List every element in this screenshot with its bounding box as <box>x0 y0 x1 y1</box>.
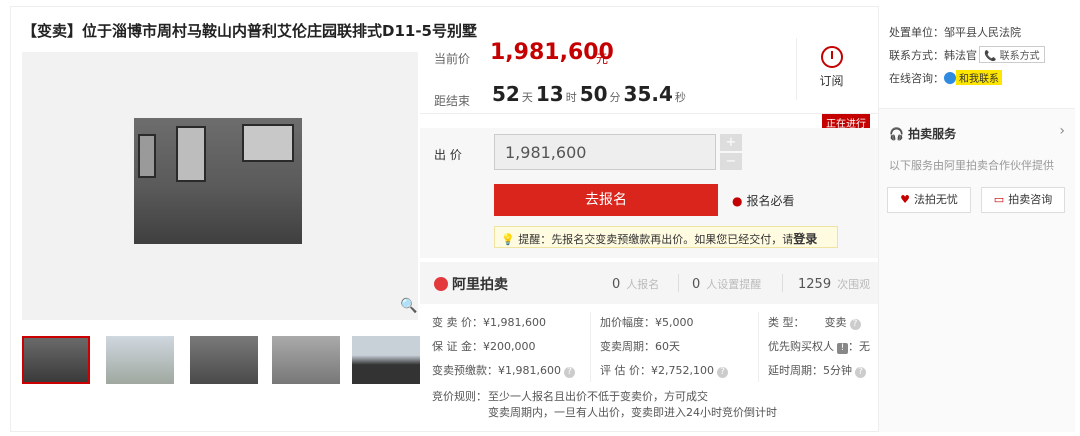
alarm-clock-icon <box>820 46 843 68</box>
subscribe-button[interactable]: 订阅 <box>796 38 866 100</box>
prepay: 变卖预缴款：¥1,981,600? <box>432 362 575 378</box>
auction-info: 变 卖 价：¥1,981,600 保 证 金：¥200,000 变卖预缴款：¥1… <box>420 306 878 426</box>
law-auction-button[interactable]: ♥ 法拍无忧 <box>887 187 971 213</box>
type: 类 型： 变卖? <box>768 314 861 330</box>
countdown-minutes: 50 <box>579 82 608 106</box>
shield-icon: ♥ <box>900 193 910 206</box>
delay-period: 延时周期：5分钟? <box>768 362 866 378</box>
current-price-label: 当前价 <box>434 52 471 66</box>
bid-label: 出 价 <box>434 148 462 162</box>
zoom-icon[interactable]: 🔍 <box>400 298 417 314</box>
appraisal: 评 估 价：¥2,752,100? <box>600 362 728 378</box>
help-icon: ? <box>855 367 866 378</box>
minus-button[interactable]: − <box>720 153 742 170</box>
increment: 加价幅度：¥5,000 <box>600 316 694 329</box>
price-panel: 当前价 1,981,600 元 距结束 52 天 13 时 50 分 35.4 秒 订阅 <box>420 28 878 114</box>
bid-panel: 出 价 1,981,600 + − 去报名 ● 报名必看 💡 提醒：先报名交变卖预… <box>420 128 878 258</box>
help-icon: ? <box>716 367 728 378</box>
rules-line-1: 至少一人报名且出价不低于变卖价，方可成交 <box>488 390 708 403</box>
countdown-label: 距结束 <box>434 94 471 108</box>
rules-label: 竞价规则： <box>432 390 487 403</box>
countdown-hours: 13 <box>535 82 564 106</box>
contact-me-button[interactable]: 和我联系 <box>956 70 1002 85</box>
thumbnail-5[interactable] <box>352 336 420 384</box>
price-unit: 元 <box>596 52 609 66</box>
stats-bar: 阿里拍卖 0 人报名 0 人设置提醒 1259 次围观 <box>420 262 878 304</box>
plus-button[interactable]: + <box>720 134 742 151</box>
sell-price: 变 卖 价：¥1,981,600 <box>432 316 546 329</box>
coins-icon: ● <box>732 194 743 208</box>
window-right <box>242 124 294 162</box>
period: 变卖周期：60天 <box>600 340 680 353</box>
window-left <box>138 134 156 178</box>
page-title: 【变卖】位于淄博市周村马鞍山内普利艾伦庄园联排式D11-5号别墅 <box>22 22 477 40</box>
contact-button[interactable]: 📞 联系方式 <box>979 46 1045 63</box>
thumbnail-4[interactable] <box>272 336 340 384</box>
chat-icon: ▭ <box>993 193 1005 206</box>
wangwang-icon <box>944 72 956 84</box>
service-title[interactable]: 🎧 拍卖服务 <box>889 125 956 142</box>
contact-info: 联系方式：韩法官 📞 联系方式 <box>889 46 1045 63</box>
main-photo[interactable] <box>22 52 418 320</box>
seller-sidebar: 处置单位：邹平县人民法院 联系方式：韩法官 📞 联系方式 在线咨询： 和我联系 🎧 … <box>878 6 1075 432</box>
ali-auction-logo: 阿里拍卖 <box>434 274 508 294</box>
login-link[interactable]: 登录 <box>793 232 817 246</box>
reminders-stat: 0 人设置提醒 <box>692 277 762 292</box>
countdown: 52 天 13 时 50 分 35.4 秒 <box>492 82 686 106</box>
help-icon: ? <box>563 367 575 378</box>
subscribe-label: 订阅 <box>819 74 844 88</box>
bid-input[interactable]: 1,981,600 <box>494 134 716 170</box>
auction-consult-button[interactable]: ▭ 拍卖咨询 <box>981 187 1065 213</box>
signup-notice-link[interactable]: ● 报名必看 <box>732 192 795 209</box>
signup-button[interactable]: 去报名 <box>494 184 718 216</box>
room-photo <box>134 118 302 244</box>
priority-buyer: 优先购买权人! ：无 <box>768 340 870 354</box>
disposal-unit: 处置单位：邹平县人民法院 <box>889 26 1021 39</box>
countdown-seconds: 35.4 <box>623 82 673 106</box>
chevron-right-icon[interactable]: › <box>1059 123 1065 139</box>
signups-stat: 0 人报名 <box>612 277 660 292</box>
thumbnail-3[interactable] <box>190 336 258 384</box>
auction-service: 🎧 拍卖服务 › 以下服务由阿里拍卖合作伙伴提供 ♥ 法拍无忧 ▭ 拍卖咨询 <box>879 108 1075 432</box>
thumbnail-1[interactable] <box>22 336 90 384</box>
online-consult: 在线咨询： 和我联系 <box>889 70 1002 86</box>
help-icon: ? <box>849 319 861 330</box>
bid-stepper: + − <box>720 134 744 172</box>
bulb-icon: 💡 <box>501 233 515 246</box>
deposit: 保 证 金：¥200,000 <box>432 340 536 353</box>
rules-line-2: 变卖周期内，一旦有人出价，变卖即进入24小时竞价倒计时 <box>488 406 777 419</box>
window-door <box>176 126 206 182</box>
thumbnail-2[interactable] <box>106 336 174 384</box>
service-subtitle: 以下服务由阿里拍卖合作伙伴提供 <box>889 159 1054 172</box>
views-stat: 1259 次围观 <box>798 277 871 292</box>
info-icon: ! <box>837 343 848 354</box>
login-tip: 💡 提醒：先报名交变卖预缴款再出价。如果您已经交付，请登录 <box>494 226 838 248</box>
countdown-days: 52 <box>492 82 520 106</box>
auction-logo-icon <box>434 277 448 291</box>
